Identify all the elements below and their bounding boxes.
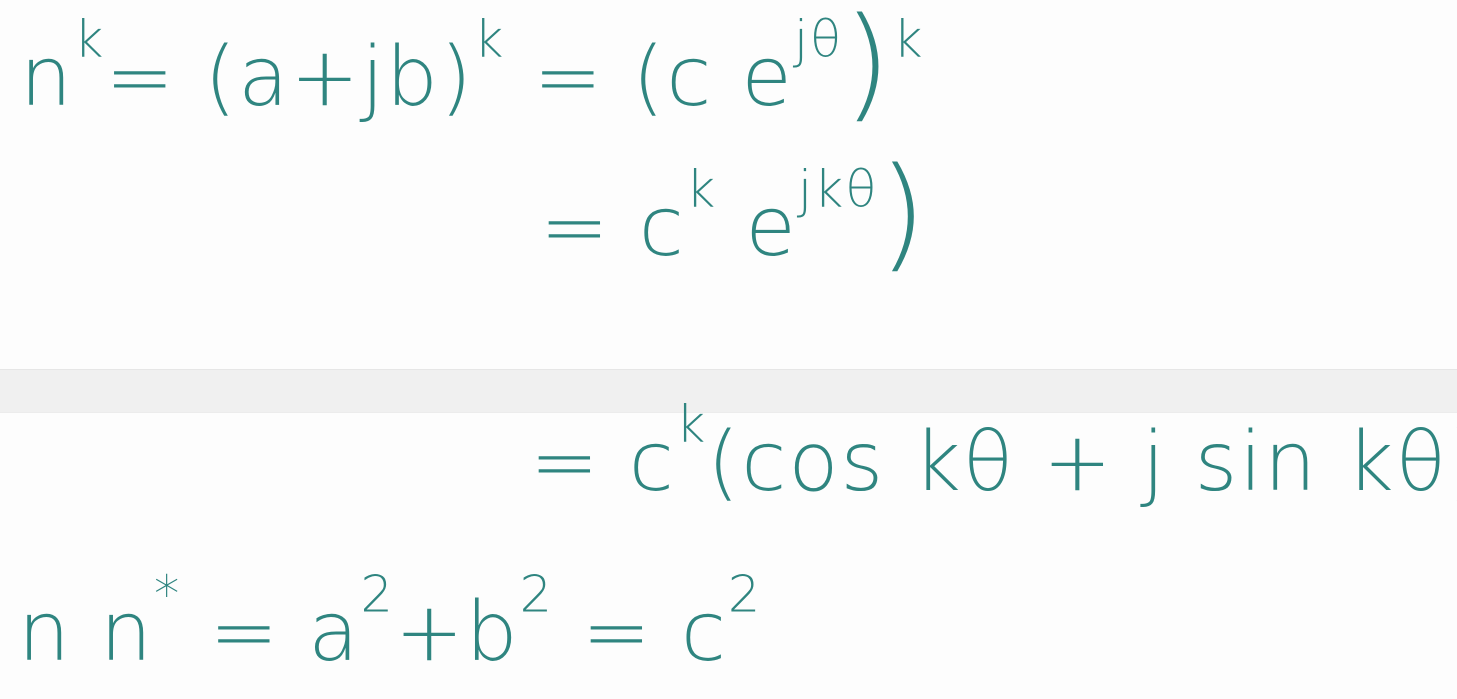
term-a: = a (181, 585, 361, 680)
whiteboard-page: nk= (a+jb)k = (c ejθ)k = ck ejkθ) = ck(c… (0, 0, 1457, 699)
closing-paren: ) (878, 142, 929, 285)
equation-line-power-polar: nk= (a+jb)k = (c ejθ)k (20, 2, 925, 125)
exponent-jk-theta: jkθ (797, 159, 879, 219)
term-e: e (717, 180, 798, 275)
equation-line-exponential: = ck ejkθ) (540, 152, 928, 275)
exponent-k: k (473, 9, 506, 69)
term-polar-form: = (c e (533, 30, 794, 125)
exponent-2: 2 (519, 564, 554, 624)
exponent-k: k (893, 9, 925, 69)
exponent-2: 2 (360, 564, 395, 624)
exponent-k: k (685, 159, 718, 219)
exponent-k: k (675, 394, 708, 454)
term-rectangular-form: = (a+jb) (105, 30, 474, 125)
exponent-2: 2 (727, 564, 763, 624)
term-c: = c (540, 180, 686, 275)
page-separator-band (0, 369, 1457, 413)
term-c: = c (553, 585, 728, 680)
exponent-j-theta: jθ (793, 9, 844, 69)
term-trig-expression: (cos kθ + j sin kθ) (707, 415, 1457, 510)
term-n: n (20, 30, 74, 125)
term-n-n: n n (18, 585, 155, 680)
closing-paren: ) (843, 0, 894, 135)
equation-line-trig-form: = ck(cos kθ + j sin kθ) (530, 399, 1457, 510)
term-b: +b (394, 585, 520, 680)
equation-line-conjugate-product: n n* = a2+b2 = c2 (18, 569, 762, 680)
term-c: = c (530, 415, 676, 510)
exponent-k: k (73, 9, 106, 69)
conjugate-star: * (154, 564, 182, 624)
